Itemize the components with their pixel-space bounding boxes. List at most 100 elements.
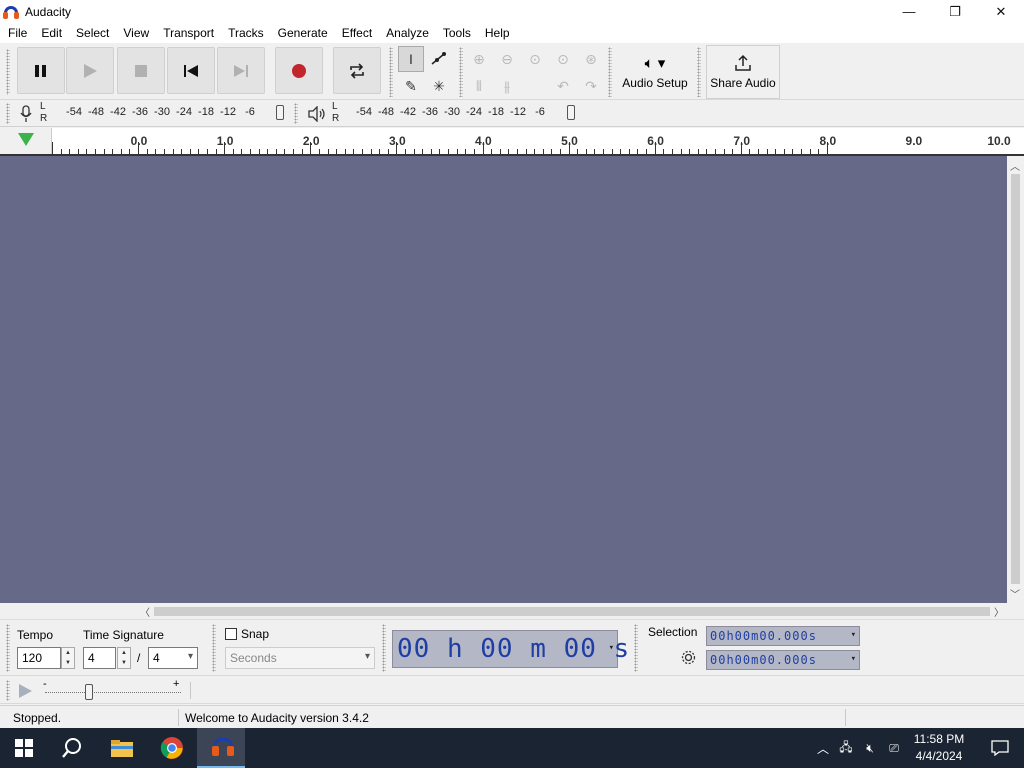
selection-end-time[interactable]: 00h00m00.000s ▾ [706, 650, 860, 670]
i-beam-icon: I [409, 51, 413, 67]
divider [178, 709, 179, 726]
horizontal-scroll-thumb[interactable] [154, 607, 990, 616]
record-volume-slider[interactable] [276, 105, 284, 120]
close-button[interactable]: ✕ [978, 0, 1024, 23]
playback-meter[interactable]: -54 -48 -42 -36 -30 -24 -18 -12 -6 [353, 106, 551, 118]
play-head-icon[interactable] [18, 133, 34, 146]
play-at-speed-icon[interactable] [17, 683, 33, 699]
display-icon[interactable]: ⎚ [882, 741, 906, 756]
silence-audio-button[interactable]: ⫵ [494, 73, 520, 99]
chevron-up-icon[interactable]: ︿ [812, 740, 834, 757]
menu-tracks[interactable]: Tracks [221, 23, 271, 43]
checkbox-box[interactable] [225, 628, 237, 640]
clock[interactable]: 11:58 PM 4/4/2024 [906, 731, 972, 765]
speaker-icon[interactable] [307, 106, 327, 122]
toolbar-grip[interactable] [6, 49, 10, 95]
ruler-corner [0, 128, 52, 154]
numerator-spinner[interactable]: ▲ ▼ [117, 647, 131, 669]
gear-icon[interactable] [681, 650, 696, 665]
skip-to-start-button[interactable] [167, 47, 215, 94]
menu-tools[interactable]: Tools [436, 23, 478, 43]
zoom-toggle-button[interactable]: ⊛ [578, 46, 604, 72]
menu-transport[interactable]: Transport [156, 23, 221, 43]
tempo-input[interactable]: 120 [17, 647, 61, 669]
file-explorer-button[interactable] [98, 728, 146, 768]
draw-tool-button[interactable]: ✎ [398, 73, 424, 99]
menu-file[interactable]: File [1, 23, 34, 43]
ruler-tick [60, 149, 62, 154]
speed-slider-track[interactable] [45, 692, 181, 693]
menu-select[interactable]: Select [69, 23, 116, 43]
fit-selection-button[interactable]: ⊙ [522, 46, 548, 72]
tempo-spinner[interactable]: ▲ ▼ [61, 647, 75, 669]
toolbar-grip[interactable] [459, 47, 463, 97]
speaker-muted-icon[interactable]: 🔇︎ [858, 741, 882, 756]
menu-edit[interactable]: Edit [34, 23, 69, 43]
stop-button[interactable] [117, 47, 165, 94]
toolbar-grip[interactable] [294, 103, 298, 124]
playback-volume-slider[interactable] [567, 105, 575, 120]
microphone-icon[interactable] [19, 105, 33, 123]
menu-analyze[interactable]: Analyze [379, 23, 436, 43]
scroll-left-icon[interactable]: 〈 [140, 604, 150, 619]
play-button[interactable] [66, 47, 114, 94]
toolbar-grip[interactable] [6, 103, 10, 124]
selection-start-time[interactable]: 00h00m00.000s ▾ [706, 626, 860, 646]
snap-checkbox[interactable]: Snap [225, 627, 269, 641]
scroll-up-icon[interactable]: ︿ [1010, 158, 1020, 173]
snap-unit-select[interactable]: Seconds ▾ [225, 647, 375, 669]
menu-effect[interactable]: Effect [335, 23, 379, 43]
network-icon[interactable]: 🖧︎ [834, 738, 858, 759]
menu-help[interactable]: Help [478, 23, 517, 43]
track-area[interactable] [0, 156, 1007, 603]
time-signature-numerator[interactable]: 4 [83, 647, 116, 669]
notifications-button[interactable] [976, 728, 1024, 768]
time-format-dropdown-icon[interactable]: ▾ [609, 643, 615, 653]
time-display[interactable]: 00 h 00 m 00 s ▾ [392, 630, 629, 668]
toolbar-grip[interactable] [608, 47, 612, 97]
record-meter[interactable]: -54 -48 -42 -36 -30 -24 -18 -12 -6 [63, 106, 261, 118]
search-button[interactable] [48, 728, 96, 768]
scroll-right-icon[interactable]: 〉 [994, 604, 1004, 619]
toolbar-grip[interactable] [389, 47, 393, 97]
start-button[interactable] [0, 728, 48, 768]
skip-to-end-button[interactable] [217, 47, 265, 94]
minimize-button[interactable]: — [886, 0, 932, 23]
horizontal-scrollbar[interactable]: 〈 〉 [0, 603, 1024, 620]
pause-button[interactable] [17, 47, 65, 94]
audio-setup-button[interactable]: 🔈︎ ▾ Audio Setup [617, 45, 693, 99]
timeline-ruler[interactable]: 0.0 1.0 2.0 3.0 4.0 5.0 6.0 7.0 8.0 9.0 10.0 [0, 128, 1024, 156]
toolbar-grip[interactable] [634, 624, 638, 672]
scroll-down-icon[interactable]: ﹀ [1010, 586, 1020, 601]
selection-tool-button[interactable]: I [398, 46, 424, 72]
zoom-out-button[interactable]: ⊖ [494, 46, 520, 72]
restore-button[interactable]: ❐ [932, 0, 978, 23]
audacity-taskbar-button[interactable] [197, 728, 245, 768]
envelope-tool-button[interactable] [426, 46, 452, 72]
toolbar-grip[interactable] [697, 47, 701, 97]
zoom-in-button[interactable]: ⊕ [466, 46, 492, 72]
toolbar-grip[interactable] [382, 624, 386, 672]
toolbar-grip[interactable] [6, 624, 10, 672]
share-audio-button[interactable]: Share Audio [706, 45, 780, 99]
ruler-tick [181, 149, 183, 154]
chevron-down-icon[interactable]: ▾ [851, 654, 857, 664]
toolbar-grip[interactable] [212, 624, 216, 672]
multi-tool-button[interactable]: ✳ [426, 73, 452, 99]
menu-generate[interactable]: Generate [271, 23, 335, 43]
vertical-scroll-thumb[interactable] [1011, 174, 1020, 584]
record-button[interactable] [275, 47, 323, 94]
chrome-button[interactable] [148, 728, 196, 768]
loop-button[interactable] [333, 47, 381, 94]
time-signature-denominator[interactable]: 4 ▾ [148, 647, 198, 669]
vertical-scrollbar[interactable]: ︿ ﹀ [1007, 156, 1024, 603]
fit-project-button[interactable]: ⊙ [550, 46, 576, 72]
speed-slider-handle[interactable] [85, 684, 93, 700]
menu-view[interactable]: View [116, 23, 156, 43]
chevron-down-icon[interactable]: ▾ [851, 630, 857, 640]
trim-audio-button[interactable]: ⫴ [466, 73, 492, 99]
ruler-tick [766, 149, 768, 154]
redo-button[interactable]: ↷ [578, 73, 604, 99]
undo-button[interactable]: ↶ [550, 73, 576, 99]
toolbar-grip[interactable] [6, 680, 10, 701]
